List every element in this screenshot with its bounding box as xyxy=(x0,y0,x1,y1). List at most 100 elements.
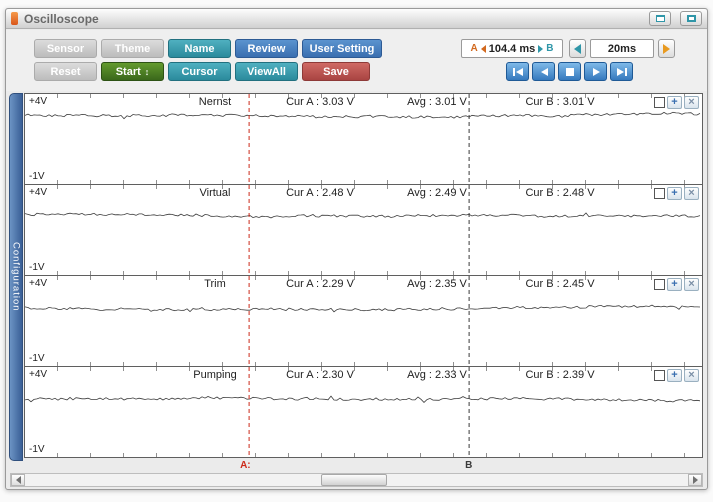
channel-name: Virtual xyxy=(199,187,231,199)
cursor-b-label: B xyxy=(465,460,473,471)
timebase-decrease-button[interactable] xyxy=(569,39,586,58)
y-max-label: +4V xyxy=(29,278,48,289)
avg-value: Avg : 2.35 V xyxy=(407,278,467,290)
toolbar-row-1: Sensor Theme Name Review User Setting xyxy=(34,39,382,58)
cursor-b-value: Cur B : 2.48 V xyxy=(525,187,595,199)
channel-controls: + × xyxy=(654,96,699,109)
channel-controls: + × xyxy=(654,369,699,382)
cursor-label-strip: A: B xyxy=(24,460,703,472)
start-button-label: Start xyxy=(115,65,141,78)
user-setting-button-label: User Setting xyxy=(309,42,375,55)
review-button[interactable]: Review xyxy=(235,39,298,58)
channel-name: Nernst xyxy=(198,96,232,108)
step-back-icon xyxy=(540,67,548,76)
window-minimize-button[interactable] xyxy=(649,11,671,26)
channel: +4V -1V Pumping Cur A : 2.30 V Avg : 2.3… xyxy=(24,366,703,458)
play-icon xyxy=(592,67,600,76)
skip-start-icon xyxy=(512,67,523,76)
review-button-label: Review xyxy=(247,42,286,55)
window-maximize-icon xyxy=(686,15,696,22)
skip-start-button[interactable] xyxy=(506,62,529,81)
channel: +4V -1V Nernst Cur A : 3.03 V Avg : 3.01… xyxy=(24,93,703,185)
toolbar: Sensor Theme Name Review User Setting Reset S… xyxy=(6,30,707,91)
channel-enable-checkbox[interactable] xyxy=(654,188,665,199)
toolbar-row-2: Reset Start ↕ Cursor ViewAll Save xyxy=(34,62,370,81)
app-icon xyxy=(11,12,18,25)
y-min-label: -1V xyxy=(29,444,45,455)
step-back-button[interactable] xyxy=(532,62,555,81)
trace xyxy=(25,212,701,219)
window-maximize-button[interactable] xyxy=(680,11,702,26)
y-max-label: +4V xyxy=(29,369,48,380)
scroll-left-button[interactable] xyxy=(11,474,25,486)
cursor-b-value: Cur B : 2.39 V xyxy=(525,369,595,381)
timebase-select[interactable]: 20ms xyxy=(590,39,654,58)
channel-move-button[interactable]: + xyxy=(667,96,682,109)
channel-close-button[interactable]: × xyxy=(684,187,699,200)
start-button[interactable]: Start ↕ xyxy=(101,62,164,81)
stop-icon xyxy=(565,67,574,76)
channel-close-button[interactable]: × xyxy=(684,369,699,382)
channel-move-button[interactable]: + xyxy=(667,187,682,200)
start-spinner-icon: ↕ xyxy=(144,66,150,77)
theme-button-label: Theme xyxy=(114,42,151,55)
sensor-button[interactable]: Sensor xyxy=(34,39,97,58)
channel-name: Trim xyxy=(204,278,226,290)
channels: +4V -1V Nernst Cur A : 3.03 V Avg : 3.01… xyxy=(24,93,703,458)
viewall-button-label: ViewAll xyxy=(247,65,286,78)
skip-end-button[interactable] xyxy=(610,62,633,81)
channel-enable-checkbox[interactable] xyxy=(654,279,665,290)
window-title: Oscilloscope xyxy=(24,11,99,26)
cursor-a-value: Cur A : 3.03 V xyxy=(286,96,354,108)
channel-controls: + × xyxy=(654,187,699,200)
channel-close-button[interactable]: × xyxy=(684,278,699,291)
y-min-label: -1V xyxy=(29,171,45,182)
trace xyxy=(25,304,701,313)
scroll-thumb[interactable] xyxy=(321,474,387,486)
avg-value: Avg : 3.01 V xyxy=(407,96,467,108)
skip-end-icon xyxy=(616,67,627,76)
timebase-increase-button[interactable] xyxy=(658,39,675,58)
scroll-right-button[interactable] xyxy=(688,474,702,486)
user-setting-button[interactable]: User Setting xyxy=(302,39,382,58)
y-min-label: -1V xyxy=(29,262,45,273)
cursor-button[interactable]: Cursor xyxy=(168,62,231,81)
viewall-button[interactable]: ViewAll xyxy=(235,62,298,81)
channel-close-button[interactable]: × xyxy=(684,96,699,109)
cursor-b-arrow-icon xyxy=(538,44,544,53)
cursor-b-value: Cur B : 2.45 V xyxy=(525,278,595,290)
cursor-time-readout: A 104.4 ms B xyxy=(461,39,563,58)
trace xyxy=(25,111,701,120)
theme-button[interactable]: Theme xyxy=(101,39,164,58)
cursor-delta-value: 104.4 ms xyxy=(488,42,536,55)
channel: +4V -1V Trim Cur A : 2.29 V Avg : 2.35 V… xyxy=(24,275,703,367)
right-arrow-icon xyxy=(663,43,670,54)
cursor-a-value: Cur A : 2.30 V xyxy=(286,369,354,381)
avg-value: Avg : 2.49 V xyxy=(407,187,467,199)
cursor-a-readout-label: A xyxy=(470,43,478,54)
channel-move-button[interactable]: + xyxy=(667,278,682,291)
cursor-b-value: Cur B : 3.01 V xyxy=(525,96,595,108)
cursor-b-readout-label: B xyxy=(546,43,554,54)
play-button[interactable] xyxy=(584,62,607,81)
stop-button[interactable] xyxy=(558,62,581,81)
channel-enable-checkbox[interactable] xyxy=(654,370,665,381)
channel-enable-checkbox[interactable] xyxy=(654,97,665,108)
channel-move-button[interactable]: + xyxy=(667,369,682,382)
cursor-a-arrow-icon xyxy=(480,44,486,53)
save-button[interactable]: Save xyxy=(302,62,370,81)
name-button[interactable]: Name xyxy=(168,39,231,58)
reset-button[interactable]: Reset xyxy=(34,62,97,81)
cursor-a-value: Cur A : 2.48 V xyxy=(286,187,354,199)
scroll-left-icon xyxy=(15,476,21,484)
cursor-a-label: A: xyxy=(240,460,251,471)
channel: +4V -1V Virtual Cur A : 2.48 V Avg : 2.4… xyxy=(24,184,703,276)
playback-controls xyxy=(506,62,633,81)
tick-marks xyxy=(25,453,702,457)
configuration-tab[interactable]: Configuration xyxy=(9,93,23,461)
horizontal-scrollbar[interactable] xyxy=(10,473,703,487)
title-bar[interactable]: Oscilloscope xyxy=(6,9,707,29)
trace xyxy=(25,395,701,403)
window-minimize-icon xyxy=(655,15,665,22)
cursor-a-value: Cur A : 2.29 V xyxy=(286,278,354,290)
